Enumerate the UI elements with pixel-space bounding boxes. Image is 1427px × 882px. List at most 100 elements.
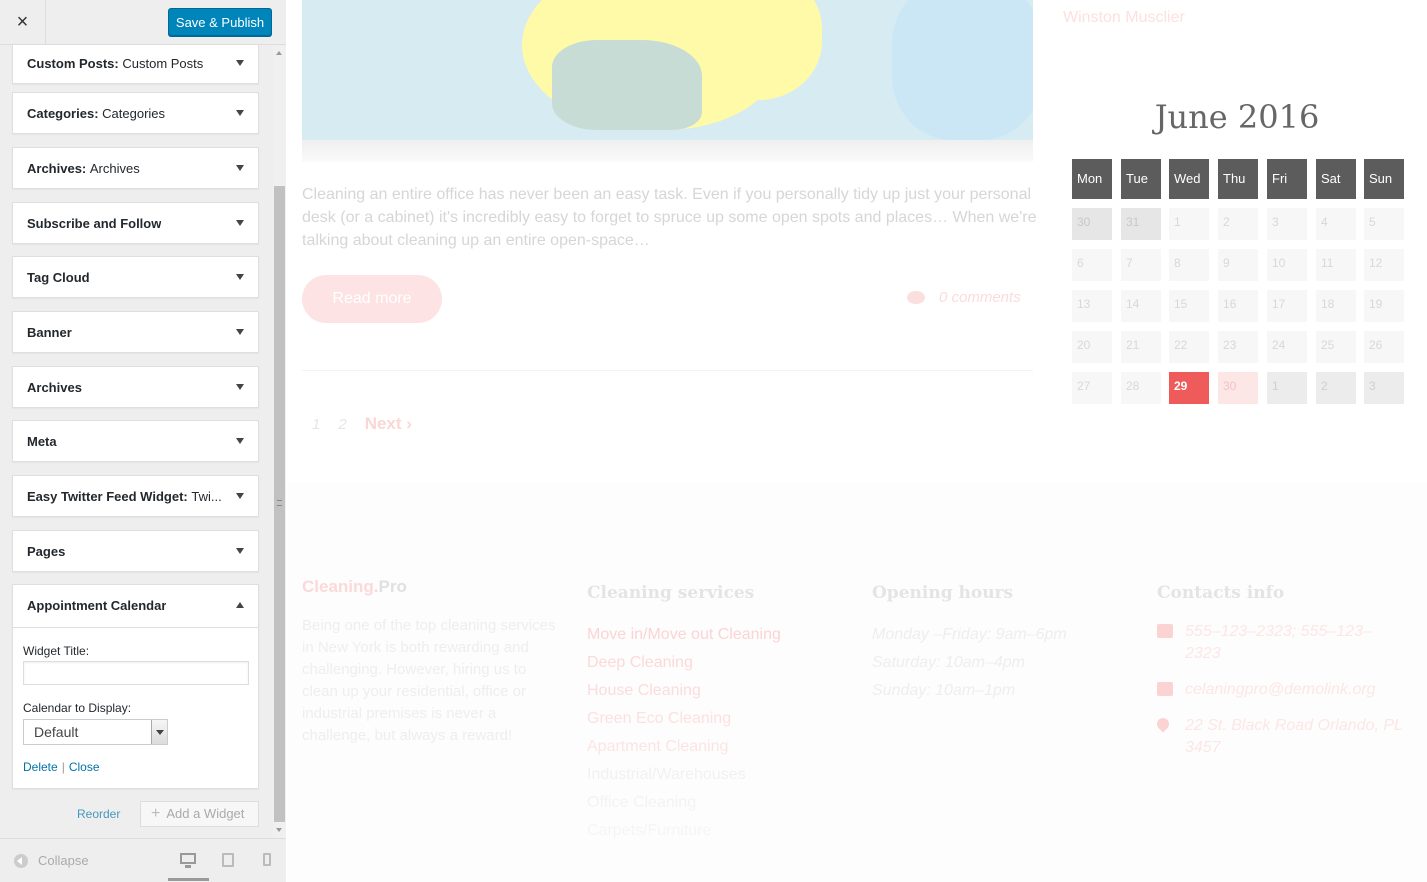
service-link[interactable]: Industrial/Warehouses xyxy=(587,761,781,789)
calendar-day[interactable]: 29 xyxy=(1169,372,1209,404)
service-link[interactable]: Apartment Cleaning xyxy=(587,733,781,761)
contact-email[interactable]: celaningpro@demolink.org xyxy=(1185,681,1376,698)
widget-header[interactable]: Appointment Calendar xyxy=(27,585,166,627)
comments-link[interactable]: 0 comments xyxy=(907,289,1021,306)
calendar-day[interactable]: 13 xyxy=(1072,290,1112,322)
chevron-down-icon[interactable] xyxy=(236,438,244,444)
widget-title-input[interactable] xyxy=(23,661,249,685)
calendar-day[interactable]: 11 xyxy=(1316,249,1356,281)
calendar-day[interactable]: 19 xyxy=(1364,290,1404,322)
calendar-day[interactable]: 30 xyxy=(1072,208,1112,240)
calendar-day[interactable]: 7 xyxy=(1121,249,1161,281)
calendar-day[interactable]: 21 xyxy=(1121,331,1161,363)
add-widget-button[interactable]: + Add a Widget xyxy=(140,801,259,827)
service-link[interactable]: Green Eco Cleaning xyxy=(587,705,781,733)
close-button[interactable]: × xyxy=(0,0,46,45)
widget-subtitle: Custom Posts xyxy=(122,56,204,71)
calendar-day[interactable]: 25 xyxy=(1316,331,1356,363)
calendar-day[interactable]: 24 xyxy=(1267,331,1307,363)
collapse-button[interactable]: Collapse xyxy=(14,853,89,868)
scroll-down-icon[interactable] xyxy=(276,828,282,832)
site-preview[interactable]: Cleaning an entire office has never been… xyxy=(287,0,1427,882)
service-link[interactable]: Office Cleaning xyxy=(587,789,781,817)
calendar-day[interactable]: 5 xyxy=(1364,208,1404,240)
calendar-day[interactable]: 14 xyxy=(1121,290,1161,322)
calendar-day[interactable]: 20 xyxy=(1072,331,1112,363)
chevron-down-icon[interactable] xyxy=(236,384,244,390)
calendar-day[interactable]: 15 xyxy=(1169,290,1209,322)
calendar-day[interactable]: 3 xyxy=(1267,208,1307,240)
calendar-day[interactable]: 3 xyxy=(1364,372,1404,404)
widget-meta[interactable]: Meta xyxy=(12,420,259,462)
widget-archives-2[interactable]: Archives xyxy=(12,366,259,408)
next-page-link[interactable]: Next › xyxy=(365,414,412,434)
weekday-header: Mon xyxy=(1072,159,1112,199)
customizer-sidebar: × Save & Publish Custom Posts: Custom Po… xyxy=(0,0,286,882)
scroll-up-icon[interactable] xyxy=(276,51,282,55)
widget-easy-twitter-feed[interactable]: Easy Twitter Feed Widget: Twi... xyxy=(12,475,259,517)
tablet-icon[interactable] xyxy=(222,853,234,867)
calendar-day[interactable]: 30 xyxy=(1218,372,1258,404)
calendar-day[interactable]: 16 xyxy=(1218,290,1258,322)
calendar-day[interactable]: 23 xyxy=(1218,331,1258,363)
calendar-day[interactable]: 2 xyxy=(1316,372,1356,404)
calendar-day[interactable]: 8 xyxy=(1169,249,1209,281)
service-link[interactable]: Deep Cleaning xyxy=(587,649,781,677)
calendar-day[interactable]: 31 xyxy=(1121,208,1161,240)
calendar-day[interactable]: 28 xyxy=(1121,372,1161,404)
service-link[interactable]: House Cleaning xyxy=(587,677,781,705)
sidebar-scrollbar[interactable] xyxy=(273,45,286,838)
read-more-button[interactable]: Read more xyxy=(302,275,442,323)
calendar-day[interactable]: 10 xyxy=(1267,249,1307,281)
chevron-down-icon[interactable] xyxy=(236,493,244,499)
close-icon: × xyxy=(16,11,29,33)
chevron-down-icon[interactable] xyxy=(236,110,244,116)
calendar-day[interactable]: 26 xyxy=(1364,331,1404,363)
calendar-day[interactable]: 18 xyxy=(1316,290,1356,322)
widget-name: Subscribe and Follow xyxy=(27,216,162,231)
delete-link[interactable]: Delete xyxy=(23,760,58,774)
page-link-2[interactable]: 2 xyxy=(338,416,346,433)
weekday-header: Wed xyxy=(1169,159,1209,199)
desktop-icon[interactable] xyxy=(180,853,196,868)
calendar-day[interactable]: 6 xyxy=(1072,249,1112,281)
calendar-day[interactable]: 27 xyxy=(1072,372,1112,404)
dropdown-arrow-icon[interactable] xyxy=(151,720,167,744)
contact-phone[interactable]: 555–123–2323; 555–123–2323 xyxy=(1185,623,1372,662)
widget-custom-posts[interactable]: Custom Posts: Custom Posts xyxy=(12,45,259,84)
calendar-day[interactable]: 9 xyxy=(1218,249,1258,281)
calendar-day[interactable]: 1 xyxy=(1169,208,1209,240)
mobile-icon[interactable] xyxy=(263,853,271,866)
chevron-down-icon[interactable] xyxy=(236,329,244,335)
footer-logo[interactable]: Cleaning.Pro xyxy=(302,577,557,597)
reorder-link[interactable]: Reorder xyxy=(77,807,120,821)
chevron-down-icon[interactable] xyxy=(236,60,244,66)
calendar-day[interactable]: 4 xyxy=(1316,208,1356,240)
chevron-down-icon[interactable] xyxy=(236,274,244,280)
widget-subscribe-follow[interactable]: Subscribe and Follow xyxy=(12,202,259,244)
close-link[interactable]: Close xyxy=(69,760,100,774)
service-link[interactable]: Carpets/Furniture xyxy=(587,817,781,845)
chevron-down-icon[interactable] xyxy=(236,165,244,171)
calendar-day[interactable]: 2 xyxy=(1218,208,1258,240)
author-name[interactable]: Winston Musclier xyxy=(1063,9,1185,27)
chevron-down-icon[interactable] xyxy=(236,220,244,226)
active-device-indicator xyxy=(168,878,209,881)
save-publish-button[interactable]: Save & Publish xyxy=(168,8,272,36)
chevron-down-icon[interactable] xyxy=(236,548,244,554)
widget-banner[interactable]: Banner xyxy=(12,311,259,353)
calendar-day[interactable]: 1 xyxy=(1267,372,1307,404)
calendar-day[interactable]: 12 xyxy=(1364,249,1404,281)
service-link[interactable]: Move in/Move out Cleaning xyxy=(587,621,781,649)
widget-categories[interactable]: Categories: Categories xyxy=(12,92,259,134)
widget-tag-cloud[interactable]: Tag Cloud xyxy=(12,256,259,298)
widget-name: Archives xyxy=(27,380,82,395)
calendar-title: June 2016 xyxy=(1154,98,1320,136)
widget-archives[interactable]: Archives: Archives xyxy=(12,147,259,189)
widget-pages[interactable]: Pages xyxy=(12,530,259,572)
calendar-select[interactable]: Default xyxy=(23,719,168,745)
calendar-day[interactable]: 17 xyxy=(1267,290,1307,322)
page-link-1[interactable]: 1 xyxy=(312,416,320,433)
chevron-up-icon[interactable] xyxy=(236,602,244,608)
calendar-day[interactable]: 22 xyxy=(1169,331,1209,363)
